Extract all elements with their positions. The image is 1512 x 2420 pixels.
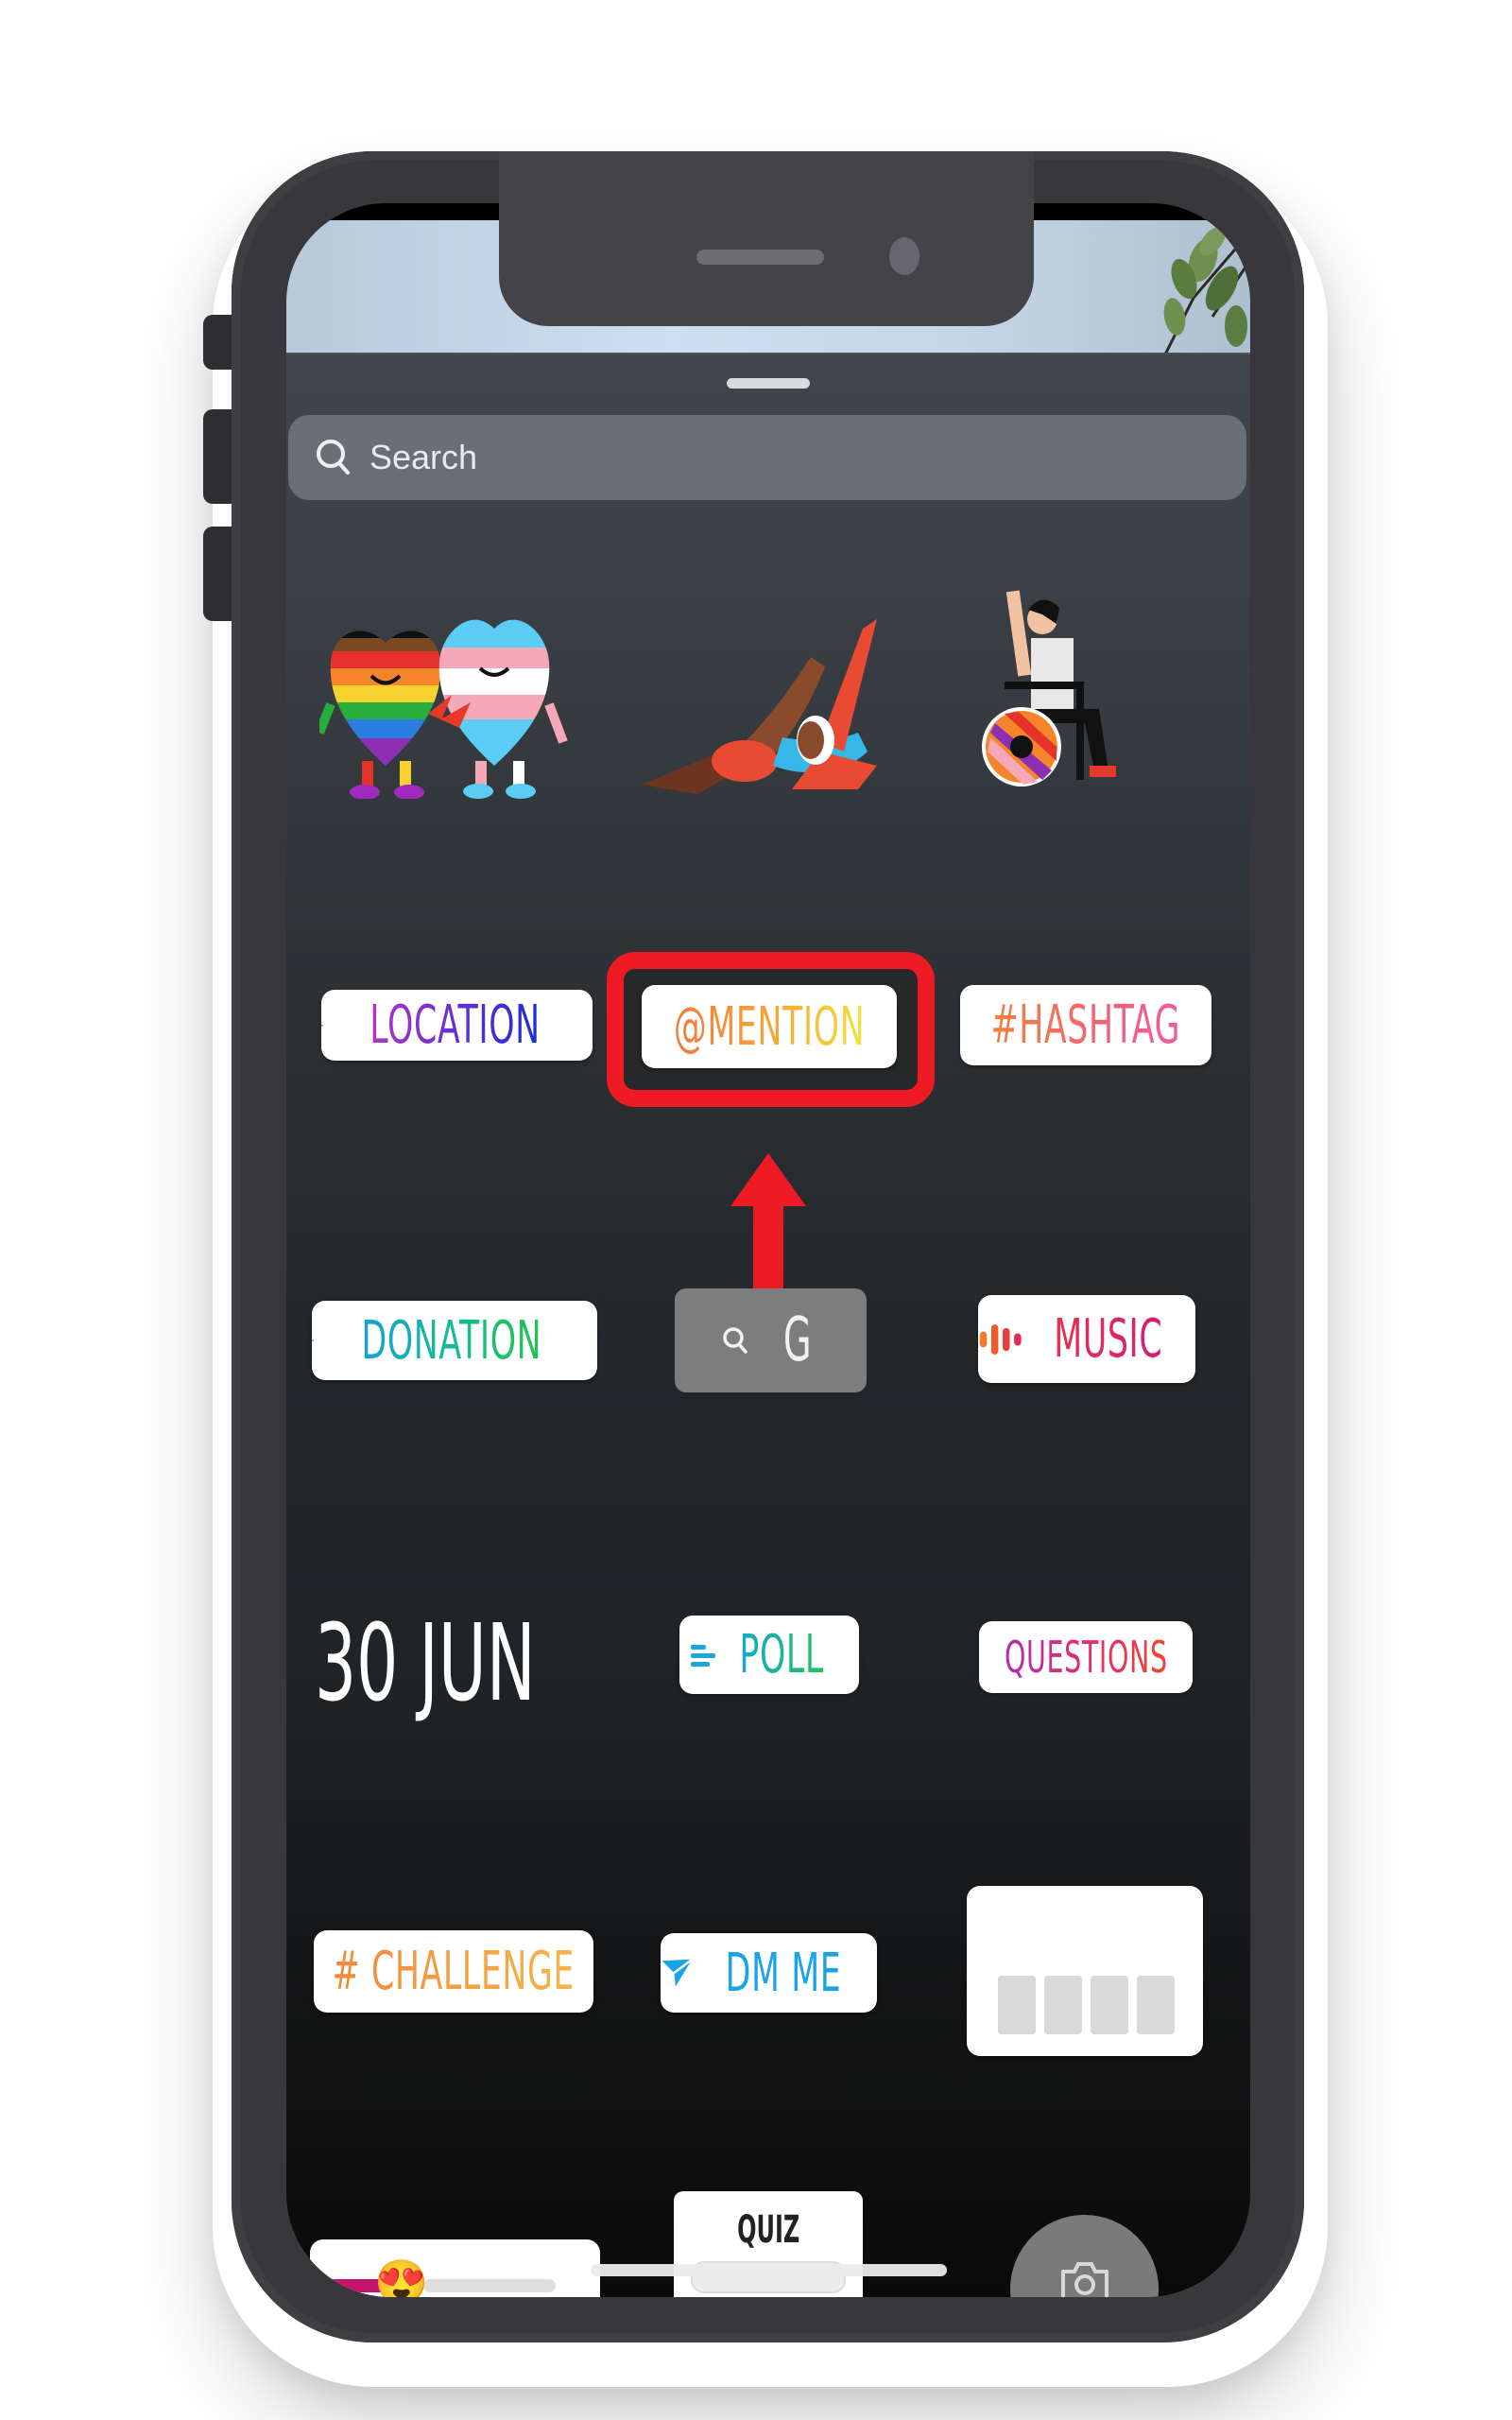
search-placeholder: Search: [369, 438, 478, 476]
camera-button[interactable]: [1010, 2215, 1159, 2297]
countdown-digit-box: [1137, 1976, 1175, 2034]
questions-sticker[interactable]: QUESTIONS: [979, 1621, 1193, 1693]
sheet-edge: [286, 353, 1250, 354]
countdown-digit-box: [1091, 1976, 1128, 2034]
quiz-label: QUIZ: [736, 2208, 800, 2252]
dm-me-label: DM ME: [725, 1942, 842, 2004]
poll-lines-icon: [690, 1644, 715, 1667]
phone-screen: Search LOCATION @MENTION #HASHTAG DONATI…: [286, 203, 1250, 2297]
camera-icon: [1061, 2262, 1108, 2297]
music-sticker[interactable]: MUSIC: [978, 1295, 1195, 1383]
countdown-digit-box: [998, 1976, 1036, 2034]
hashtag-label: #HASHTAG: [990, 994, 1181, 1056]
countdown-sticker[interactable]: COUNTDOWN: [967, 1886, 1203, 2056]
search-icon: [722, 1327, 747, 1354]
challenge-label: # CHALLENGE: [332, 1941, 576, 2002]
location-label: LOCATION: [369, 994, 541, 1056]
challenge-sticker[interactable]: # CHALLENGE: [314, 1930, 593, 2013]
pride-hearts-sticker[interactable]: [319, 600, 584, 799]
gif-search-sticker[interactable]: G: [675, 1288, 867, 1392]
hashtag-sticker[interactable]: #HASHTAG: [960, 985, 1211, 1065]
countdown-digit-box: [1044, 1976, 1082, 2034]
quiz-sticker[interactable]: QUIZ: [674, 2191, 863, 2297]
sound-bars-icon: [979, 1323, 1022, 1355]
countdown-label: COUNTDOWN: [1021, 1910, 1198, 1959]
tree-leaves-image: [1163, 226, 1250, 354]
home-indicator[interactable]: [591, 2264, 947, 2276]
location-pin-icon: [321, 1024, 323, 1027]
emoji-slider-fill: [310, 2279, 383, 2292]
phone-notch: [499, 151, 1034, 326]
donation-sticker[interactable]: DONATION: [312, 1301, 597, 1380]
date-sticker[interactable]: 30 JUN: [315, 1602, 536, 1725]
heart-eyes-emoji-icon: 😍: [374, 2257, 429, 2297]
donation-label: DONATION: [361, 1309, 542, 1372]
emoji-slider-track: [423, 2279, 556, 2292]
front-camera: [889, 237, 919, 275]
countdown-label-wrap: COUNTDOWN: [967, 1910, 1203, 1959]
speaker-grille: [696, 250, 824, 265]
annotation-arrow-up-icon: [730, 1153, 806, 1290]
emoji-slider-sticker[interactable]: 😍: [310, 2239, 600, 2297]
paper-plane-icon: [662, 1958, 694, 1987]
sticker-search-input[interactable]: Search: [288, 415, 1246, 500]
wheelchair-sticker[interactable]: [967, 581, 1156, 808]
mention-label: @MENTION: [673, 995, 866, 1058]
gif-search-label: G: [782, 1305, 812, 1375]
poll-sticker[interactable]: POLL: [679, 1616, 859, 1694]
search-icon: [317, 440, 350, 475]
music-label: MUSIC: [1053, 1308, 1162, 1370]
questions-label: QUESTIONS: [1004, 1632, 1168, 1683]
location-sticker[interactable]: LOCATION: [321, 990, 593, 1061]
dancer-sticker[interactable]: [631, 600, 905, 808]
heart-circle-icon: [312, 1339, 315, 1342]
poll-label: POLL: [739, 1624, 824, 1685]
dm-me-sticker[interactable]: DM ME: [661, 1933, 877, 2013]
quiz-label-wrap: QUIZ: [674, 2208, 863, 2252]
sheet-drag-handle[interactable]: [727, 378, 810, 389]
mention-sticker[interactable]: @MENTION: [642, 985, 897, 1068]
